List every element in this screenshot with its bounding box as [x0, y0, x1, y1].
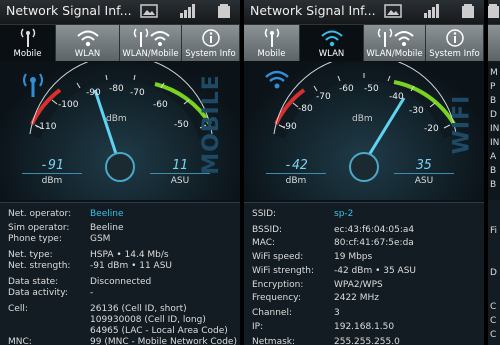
info-icon — [445, 29, 464, 47]
info-icon — [201, 29, 220, 47]
tab-bar: Mobile WLAN WLAN/Mobile System Info — [244, 25, 484, 61]
needle-hub — [105, 152, 135, 182]
readout-divider — [266, 173, 326, 174]
antenna-icon — [23, 73, 43, 97]
info-row-fragment: B — [490, 180, 497, 190]
image-icon[interactable] — [384, 3, 402, 19]
tab-system-info[interactable]: System Info — [182, 25, 240, 61]
tab-label: WLAN/Mobile — [366, 49, 423, 59]
tab-mobile[interactable]: Mobile — [244, 25, 300, 61]
info-row-fragment: IN — [490, 138, 500, 148]
tick-label: -50 — [174, 120, 189, 130]
info-list: SSID: sp-2 BSSID: ec:43:f6:04:05:a4 MAC: 80… — [244, 202, 484, 345]
image-icon[interactable] — [140, 3, 158, 19]
title-bar — [488, 0, 500, 25]
tab-label: WLAN — [318, 49, 345, 59]
readout-divider — [150, 173, 210, 174]
tab-wlan[interactable]: WLAN — [300, 25, 364, 61]
wifi-antenna-icon — [133, 28, 170, 47]
wifi-antenna-icon — [377, 28, 414, 47]
wifi-icon — [265, 70, 289, 89]
tab-label: System Info — [429, 49, 480, 59]
info-row-fragment: C — [490, 302, 497, 312]
info-list: Net. operator: Beeline Sim operator: Beeli… — [0, 202, 240, 345]
readout-divider — [22, 173, 82, 174]
gauge-needle — [364, 97, 406, 161]
info-row-fragment: B — [490, 96, 497, 106]
dbm-label: dBm — [41, 176, 63, 186]
tick-label: -40 — [389, 92, 404, 102]
signal-bars-icon — [180, 4, 195, 18]
tab-mobile[interactable]: Mobile — [0, 25, 56, 61]
tab-label: WLAN — [74, 49, 101, 59]
tick-label: -80 — [109, 84, 124, 94]
tab-bar — [488, 25, 500, 61]
gauge-unit: dBm — [106, 114, 127, 124]
info-row-fragment: A — [490, 152, 497, 162]
title-bar: Network Signal Inf... — [0, 0, 240, 25]
info-row-fragment: B — [490, 166, 497, 176]
info-row-fragment: C — [490, 330, 497, 340]
tick-label: -20 — [424, 124, 439, 134]
mode-watermark: WIFI — [449, 94, 475, 155]
tick-label: -60 — [153, 100, 168, 110]
tab-label: WLAN/Mobile — [122, 49, 179, 59]
battery-icon — [218, 4, 230, 18]
tick-label: -30 — [409, 106, 424, 116]
tab-label: Mobile — [13, 49, 42, 59]
info-row-fragment: IN — [490, 124, 500, 134]
asu-value: 11 — [172, 158, 188, 173]
needle-hub — [349, 152, 379, 182]
tick-label: -100 — [58, 100, 79, 110]
tick-label: -50 — [364, 84, 379, 94]
mobile-panel: Network Signal Inf... Mobile WLAN WLAN/M… — [0, 0, 240, 345]
asu-label: ASU — [170, 176, 190, 186]
battery-icon — [462, 4, 474, 18]
info-row-fragment: D — [490, 268, 497, 278]
readout-divider — [394, 173, 454, 174]
tab-wlan[interactable]: WLAN — [56, 25, 120, 61]
tab-system-info[interactable]: System Info — [426, 25, 484, 61]
signal-bars-icon — [424, 4, 439, 18]
tick-label: -110 — [36, 122, 57, 132]
app-title: Network Signal Inf... — [250, 3, 376, 18]
tick-label: -90 — [282, 122, 297, 132]
asu-value: 35 — [416, 158, 432, 173]
tick-label: -60 — [339, 84, 354, 94]
tick-label: -90 — [86, 88, 101, 98]
wifi-icon — [76, 30, 99, 47]
dbm-value: -91 — [40, 158, 64, 173]
wifi-icon — [320, 30, 343, 47]
tab-wlan-mobile[interactable]: WLAN/Mobile — [364, 25, 426, 61]
system-info-panel-partial: M P B D IN IN A B B Fi D C C C — [488, 0, 500, 345]
info-row-fragment: D — [490, 110, 497, 120]
dbm-value: -42 — [284, 158, 308, 173]
app-title: Network Signal Inf... — [6, 3, 132, 18]
info-row-fragment: Fi — [490, 226, 498, 236]
battery-icon — [488, 4, 499, 18]
info-row-fragment: P — [490, 82, 496, 92]
title-bar: Network Signal Inf... — [244, 0, 484, 25]
gauge-needle — [93, 89, 120, 161]
antenna-icon — [20, 28, 35, 47]
asu-label: ASU — [414, 176, 434, 186]
tick-label: -70 — [316, 92, 331, 102]
gauge-unit: dBm — [352, 114, 373, 124]
tick-label: -80 — [298, 104, 313, 114]
antenna-icon — [264, 28, 279, 47]
tab-bar: Mobile WLAN WLAN/Mobile System Info — [0, 25, 240, 61]
tab-label: System Info — [185, 49, 236, 59]
info-row-fragment: C — [490, 316, 497, 326]
dbm-label: dBm — [285, 176, 307, 186]
tab-wlan-mobile[interactable]: WLAN/Mobile — [120, 25, 182, 61]
info-row-fragment: M — [490, 68, 498, 78]
wlan-panel: Network Signal Inf... Mobile WLAN WLAN/M… — [244, 0, 484, 345]
tab-label: Mobile — [257, 49, 286, 59]
tick-label: -70 — [130, 88, 145, 98]
